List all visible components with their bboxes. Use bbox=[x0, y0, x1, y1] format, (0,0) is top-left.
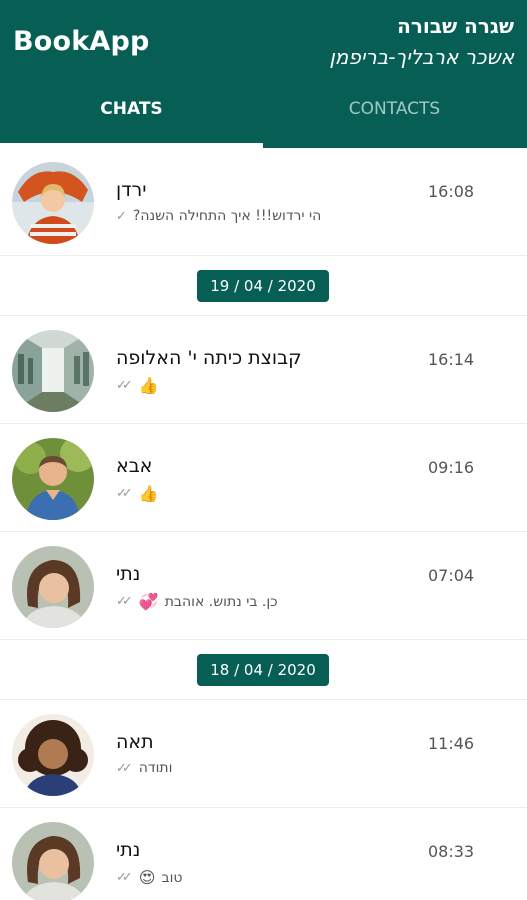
read-checks-icon: ✓✓ bbox=[116, 760, 133, 776]
chat-row-taa[interactable]: תאה ✓✓ ותודה 11:46 bbox=[0, 700, 527, 808]
read-checks-icon: ✓✓ bbox=[116, 594, 133, 609]
last-message: ותודה bbox=[138, 760, 173, 776]
app-header: BookApp שגרה שבורה אשכר ארבליך-בריפמן CH… bbox=[0, 0, 527, 148]
read-checks-icon: ✓✓ bbox=[116, 486, 133, 501]
last-message: טוב bbox=[161, 869, 183, 886]
chat-name: ירדן bbox=[116, 179, 147, 201]
chat-list: ירדן ✓ הי ירדוש!!! איך התחילה השנה? 16:0… bbox=[0, 148, 527, 900]
chat-name: קבוצת כיתה י' האלופה bbox=[116, 347, 302, 369]
chat-name: נתי bbox=[116, 839, 141, 861]
chat-row-yarden[interactable]: ירדן ✓ הי ירדוש!!! איך התחילה השנה? 16:0… bbox=[0, 148, 527, 256]
chat-time: 16:14 bbox=[428, 350, 475, 369]
avatar bbox=[12, 438, 94, 520]
avatar bbox=[12, 546, 94, 628]
chat-row-nati[interactable]: נתי ✓✓ 💞 כן. בי נתוש. אוהבת 07:04 bbox=[0, 532, 527, 640]
date-separator: 18 / 04 / 2020 bbox=[0, 640, 527, 700]
chat-row-nati-2[interactable]: נתי ✓✓ 😍 טוב 08:33 bbox=[0, 808, 527, 900]
chat-name: אבא bbox=[116, 455, 153, 477]
thumbs-up-icon: 👍 bbox=[138, 484, 159, 503]
two-hearts-icon: 💞 bbox=[138, 592, 159, 611]
chat-time: 09:16 bbox=[428, 458, 475, 477]
sent-check-icon: ✓ bbox=[116, 208, 127, 224]
chat-preview: ✓✓ 👍 bbox=[116, 376, 159, 395]
chat-row-class-group[interactable]: קבוצת כיתה י' האלופה ✓✓ 👍 16:14 bbox=[0, 316, 527, 424]
last-message: כן. בי נתוש. אוהבת bbox=[164, 593, 278, 610]
avatar bbox=[12, 330, 94, 412]
chat-time: 07:04 bbox=[428, 566, 475, 585]
date-badge: 18 / 04 / 2020 bbox=[197, 654, 329, 686]
chat-time: 11:46 bbox=[428, 734, 475, 753]
heart-eyes-icon: 😍 bbox=[138, 868, 156, 887]
app-title: BookApp bbox=[13, 26, 150, 57]
chat-preview: ✓✓ 💞 כן. בי נתוש. אוהבת bbox=[116, 592, 278, 611]
chat-name: תאה bbox=[116, 731, 154, 753]
chat-name: נתי bbox=[116, 563, 141, 585]
avatar bbox=[12, 714, 94, 796]
chat-time: 08:33 bbox=[428, 842, 475, 861]
avatar bbox=[12, 162, 94, 244]
thumbs-up-icon: 👍 bbox=[138, 376, 159, 395]
book-author: אשכר ארבליך-בריפמן bbox=[329, 45, 514, 69]
date-badge: 19 / 04 / 2020 bbox=[197, 270, 329, 302]
chat-row-abba[interactable]: אבא ✓✓ 👍 09:16 bbox=[0, 424, 527, 532]
tab-contacts[interactable]: CONTACTS bbox=[263, 98, 526, 146]
avatar bbox=[12, 822, 94, 900]
chat-preview: ✓✓ ותודה bbox=[116, 760, 172, 776]
chat-time: 16:08 bbox=[428, 182, 475, 201]
chat-preview: ✓✓ 👍 bbox=[116, 484, 159, 503]
read-checks-icon: ✓✓ bbox=[116, 378, 133, 393]
chat-preview: ✓✓ 😍 טוב bbox=[116, 868, 182, 887]
date-separator: 19 / 04 / 2020 bbox=[0, 256, 527, 316]
chat-preview: ✓ הי ירדוש!!! איך התחילה השנה? bbox=[116, 208, 321, 224]
book-title: שגרה שבורה bbox=[397, 14, 514, 38]
last-message: הי ירדוש!!! איך התחילה השנה? bbox=[132, 208, 322, 224]
read-checks-icon: ✓✓ bbox=[116, 870, 133, 885]
tab-chats[interactable]: CHATS bbox=[0, 98, 263, 146]
